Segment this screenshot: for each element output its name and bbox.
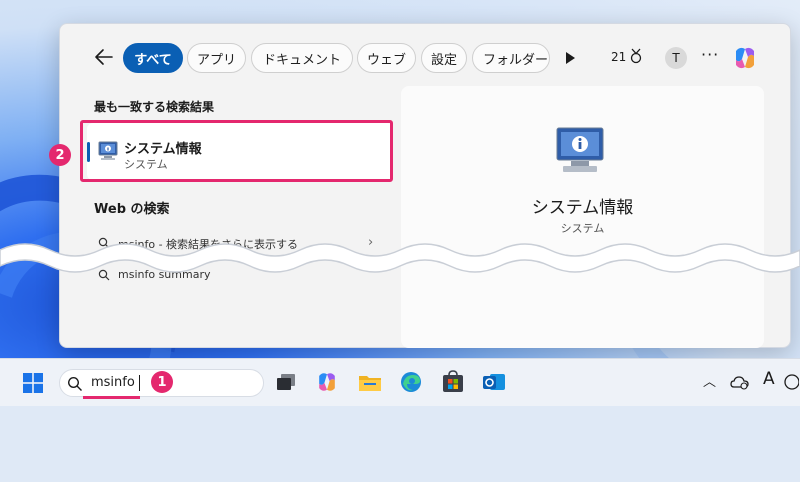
search-icon — [67, 376, 82, 391]
input-mode-indicator[interactable]: A — [763, 369, 775, 389]
onedrive-icon[interactable] — [730, 373, 750, 391]
text-caret — [139, 375, 140, 391]
highlight-underline — [83, 396, 140, 399]
preview-pane: システム情報 システム — [401, 86, 764, 348]
windows-start-icon[interactable] — [23, 373, 43, 393]
scroll-right-icon[interactable] — [566, 52, 575, 64]
system-info-icon — [556, 127, 604, 172]
step-badge-1: 1 — [151, 371, 173, 393]
store-icon[interactable] — [440, 369, 466, 395]
filter-chip-folders[interactable]: フォルダー — [472, 43, 550, 73]
filter-chip-settings[interactable]: 設定 — [421, 43, 467, 73]
rewards-points: 21 — [611, 50, 627, 64]
copilot-icon[interactable] — [730, 43, 760, 73]
avatar[interactable]: T — [665, 47, 687, 69]
rewards-icon[interactable] — [628, 47, 644, 65]
web-search-heading: Web の検索 — [94, 202, 170, 217]
copilot-icon[interactable] — [314, 369, 340, 395]
arrow-left-icon[interactable] — [90, 45, 118, 69]
chevron-up-icon[interactable]: ︿ — [703, 371, 716, 390]
edge-icon[interactable] — [398, 369, 424, 395]
step-badge-2: 2 — [49, 144, 71, 166]
search-input[interactable]: msinfo — [91, 375, 135, 390]
filter-chip-documents[interactable]: ドキュメント — [251, 43, 353, 73]
more-options-icon[interactable]: ··· — [701, 45, 719, 64]
highlight-box — [80, 120, 393, 182]
outlook-icon[interactable] — [481, 369, 507, 395]
filter-bar: すべて アプリ ドキュメント ウェブ 設定 フォルダー 21 T ··· — [60, 38, 790, 78]
preview-title: システム情報 — [531, 198, 634, 218]
start-search-panel: すべて アプリ ドキュメント ウェブ 設定 フォルダー 21 T ··· 最も一… — [59, 23, 791, 348]
taskbar: msinfo 1 ︿ A — [0, 358, 800, 406]
filter-chip-apps[interactable]: アプリ — [187, 43, 246, 73]
network-icon[interactable] — [783, 373, 799, 391]
file-explorer-icon[interactable] — [357, 369, 383, 395]
torn-edge-divider — [0, 243, 800, 273]
filter-chip-all[interactable]: すべて — [123, 43, 183, 73]
filter-chip-web[interactable]: ウェブ — [357, 43, 416, 73]
task-view-icon[interactable] — [273, 369, 299, 395]
best-match-heading: 最も一致する検索結果 — [94, 100, 215, 114]
